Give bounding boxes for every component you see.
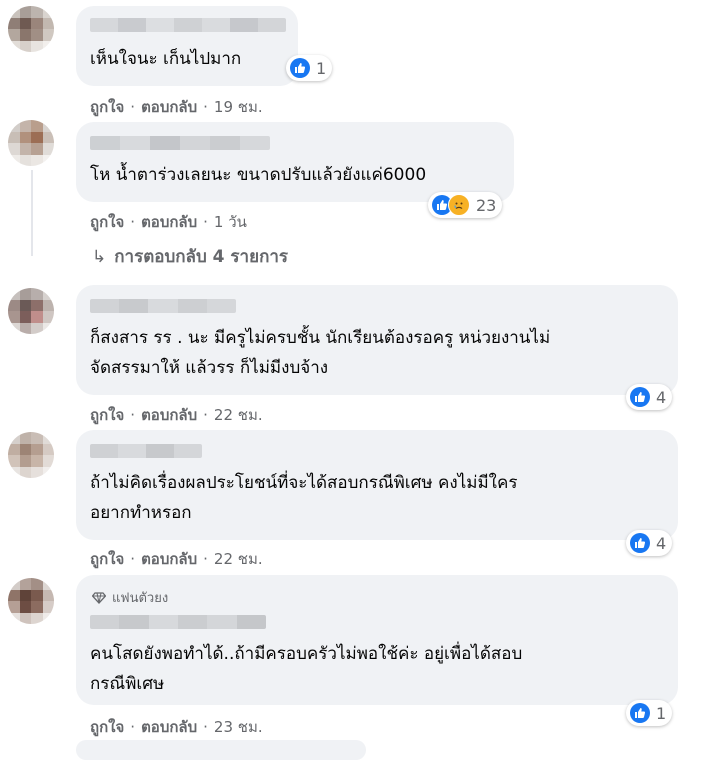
reply-button[interactable]: ตอบกลับ: [141, 718, 197, 736]
avatar[interactable]: [8, 578, 54, 624]
comment-text: โห น้ำตาร่วงเลยนะ ขนาดปรับแล้วยังแค่6000: [90, 165, 427, 185]
commenter-name-blurred[interactable]: [90, 299, 236, 313]
like-button[interactable]: ถูกใจ: [90, 406, 124, 424]
avatar[interactable]: [8, 432, 54, 478]
comment-text-line-1: ก็สงสาร รร . นะ มีครูไม่ครบชั้น นักเรียน…: [90, 328, 551, 348]
comment-actions: ถูกใจ · ตอบกลับ · 19 ชม.: [90, 98, 263, 116]
reply-button[interactable]: ตอบกลับ: [141, 550, 197, 568]
comment-bubble: โห น้ำตาร่วงเลยนะ ขนาดปรับแล้วยังแค่6000: [76, 122, 514, 202]
reply-arrow-icon: ↳: [92, 247, 107, 267]
comment-text-line-2: กรณีพิเศษ: [90, 674, 165, 694]
avatar[interactable]: [8, 6, 54, 52]
comment-text-line-2: อยากทำหรอก: [90, 503, 192, 523]
comment-actions: ถูกใจ · ตอบกลับ · 22 ชม.: [90, 550, 263, 568]
comment-text: เห็นใจนะ เก็นไปมาก: [90, 49, 242, 69]
comment-actions: ถูกใจ · ตอบกลับ · 1 วัน: [90, 213, 247, 231]
badge-label: แฟนตัวยง: [112, 591, 169, 606]
like-icon: [630, 533, 650, 553]
next-comment-bubble-partial: [76, 740, 366, 760]
reaction-count: 23: [476, 195, 497, 215]
commenter-name-blurred[interactable]: [90, 136, 270, 150]
comment-bubble: ก็สงสาร รร . นะ มีครูไม่ครบชั้น นักเรียน…: [76, 285, 678, 395]
timestamp[interactable]: 19 ชม.: [214, 98, 263, 116]
like-icon: [630, 387, 650, 407]
timestamp[interactable]: 22 ชม.: [214, 550, 263, 568]
like-button[interactable]: ถูกใจ: [90, 98, 124, 116]
commenter-name-blurred[interactable]: [90, 615, 266, 629]
reaction-summary[interactable]: 1: [626, 700, 673, 726]
reply-button[interactable]: ตอบกลับ: [141, 406, 197, 424]
diamond-icon: [92, 591, 106, 604]
comment-actions: ถูกใจ · ตอบกลับ · 22 ชม.: [90, 406, 263, 424]
reply-button[interactable]: ตอบกลับ: [141, 213, 197, 231]
avatar[interactable]: [8, 288, 54, 334]
timestamp[interactable]: 23 ชม.: [214, 718, 263, 736]
reaction-summary[interactable]: 23: [428, 192, 503, 218]
comment-bubble: แฟนตัวยง คนโสดยังพอทำได้..ถ้ามีครอบครัวไ…: [76, 575, 678, 705]
like-button[interactable]: ถูกใจ: [90, 550, 124, 568]
reply-button[interactable]: ตอบกลับ: [141, 98, 197, 116]
reaction-count: 4: [656, 533, 667, 553]
like-button[interactable]: ถูกใจ: [90, 213, 124, 231]
commenter-name-blurred[interactable]: [90, 444, 202, 458]
replies-count-label: การตอบกลับ 4 รายการ: [114, 247, 289, 267]
like-icon: [630, 703, 650, 723]
reaction-summary[interactable]: 4: [626, 530, 673, 556]
thread-line: [31, 170, 33, 256]
comment-text-line-1: คนโสดยังพอทำได้..ถ้ามีครอบครัวไม่พอใช้ค่…: [90, 644, 523, 664]
avatar[interactable]: [8, 120, 54, 166]
reaction-count: 4: [656, 387, 667, 407]
timestamp[interactable]: 22 ชม.: [214, 406, 263, 424]
comment-text-line-2: จัดสรรมาให้ แล้วรร ก็ไม่มีงบจ้าง: [90, 358, 329, 378]
reaction-count: 1: [656, 703, 667, 723]
commenter-name-blurred[interactable]: [90, 18, 286, 32]
comment-bubble: เห็นใจนะ เก็นไปมาก: [76, 6, 298, 86]
top-fan-badge: แฟนตัวยง: [92, 587, 168, 608]
view-replies-link[interactable]: ↳ การตอบกลับ 4 รายการ: [92, 243, 288, 270]
reaction-summary[interactable]: 4: [626, 384, 673, 410]
sad-icon: [448, 194, 470, 216]
comment-actions: ถูกใจ · ตอบกลับ · 23 ชม.: [90, 718, 263, 736]
reaction-summary[interactable]: 1: [286, 55, 333, 81]
like-icon: [290, 58, 310, 78]
timestamp[interactable]: 1 วัน: [214, 213, 247, 231]
comment-text-line-1: ถ้าไม่คิดเรื่องผลประโยชน์ที่จะได้สอบกรณี…: [90, 473, 518, 493]
like-button[interactable]: ถูกใจ: [90, 718, 124, 736]
reaction-count: 1: [316, 58, 327, 78]
comment-bubble: ถ้าไม่คิดเรื่องผลประโยชน์ที่จะได้สอบกรณี…: [76, 430, 678, 540]
